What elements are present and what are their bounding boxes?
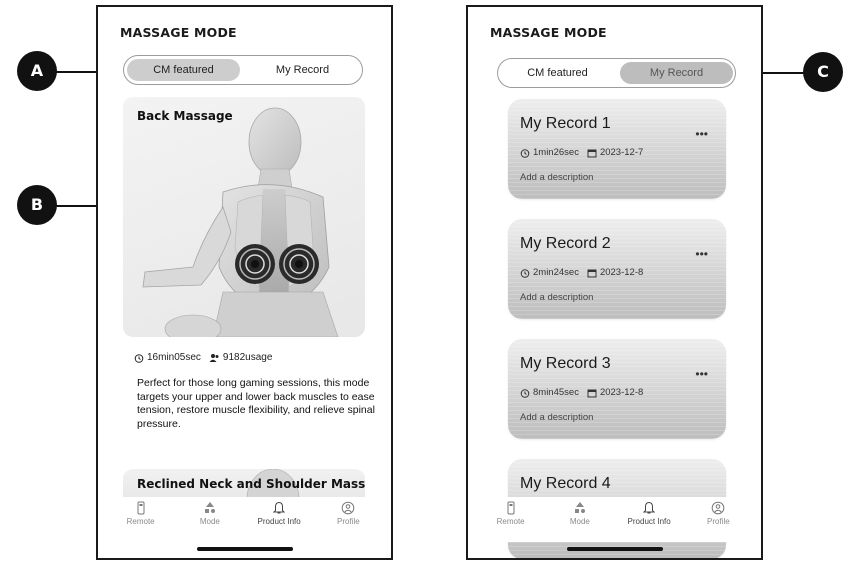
tab-cm-featured[interactable]: CM featured <box>127 59 240 81</box>
nav-remote-label: Remote <box>496 517 525 526</box>
users-icon <box>209 353 219 362</box>
featured-description: Perfect for those long gaming sessions, … <box>137 377 375 430</box>
nav-remote-label: Remote <box>126 517 155 526</box>
bell-icon <box>643 501 656 514</box>
timer-icon <box>520 388 530 398</box>
callout-a: A <box>17 51 57 91</box>
more-options-icon[interactable]: ••• <box>695 247 708 261</box>
profile-icon <box>342 501 355 515</box>
calendar-icon <box>587 269 597 277</box>
mode-icon <box>204 502 215 513</box>
phone-screen-records: MASSAGE MODE CM featured My Record My Re… <box>466 5 763 560</box>
nav-remote[interactable]: Remote <box>111 497 171 542</box>
nav-product-info[interactable]: Product Info <box>619 497 679 542</box>
record-card-3[interactable]: My Record 3 ••• 8min45sec 2023-12-8 Add … <box>508 339 726 439</box>
nav-product-info-label: Product Info <box>257 517 301 526</box>
featured-usage: 9182usage <box>222 352 273 363</box>
record-card-2[interactable]: My Record 2 ••• 2min24sec 2023-12-8 Add … <box>508 219 726 319</box>
more-options-icon[interactable]: ••• <box>695 367 708 381</box>
record-meta: 2min24sec 2023-12-8 <box>520 267 643 278</box>
bell-icon <box>273 501 286 514</box>
timer-icon <box>520 268 530 278</box>
segmented-control: CM featured My Record <box>123 55 363 85</box>
nav-mode-label: Mode <box>199 517 220 526</box>
calendar-icon <box>587 149 597 157</box>
nav-product-info-label: Product Info <box>627 517 671 526</box>
nav-mode[interactable]: Mode <box>550 497 610 542</box>
record-duration: 2min24sec <box>533 267 579 278</box>
calendar-icon <box>587 389 597 397</box>
record-description[interactable]: Add a description <box>520 292 593 303</box>
mode-icon <box>574 502 585 513</box>
record-meta: 8min45sec 2023-12-8 <box>520 387 643 398</box>
nav-profile-label: Profile <box>337 517 360 526</box>
record-duration: 8min45sec <box>533 387 579 398</box>
page-title: MASSAGE MODE <box>120 25 237 40</box>
record-date: 2023-12-8 <box>599 387 644 398</box>
phone-screen-featured: MASSAGE MODE CM featured My Record Back … <box>96 5 393 560</box>
featured-duration: 16min05sec <box>147 352 201 363</box>
tab-cm-featured[interactable]: CM featured <box>501 62 614 84</box>
callout-c: C <box>803 52 843 92</box>
timer-icon <box>134 353 144 363</box>
remote-icon <box>137 501 145 515</box>
record-description[interactable]: Add a description <box>520 412 593 423</box>
bottom-nav: Remote Mode Product Info Profile <box>468 497 761 542</box>
featured-mode-card[interactable]: Back Massage <box>123 97 365 337</box>
record-date: 2023-12-8 <box>599 267 644 278</box>
more-options-icon[interactable]: ••• <box>695 127 708 141</box>
callout-b: B <box>17 185 57 225</box>
home-indicator[interactable] <box>197 547 293 551</box>
record-date: 2023-12-7 <box>599 147 644 158</box>
record-duration: 1min26sec <box>533 147 579 158</box>
home-indicator[interactable] <box>567 547 663 551</box>
featured-mode-title-2: Reclined Neck and Shoulder Massage <box>137 477 365 491</box>
record-name: My Record 1 <box>520 115 611 132</box>
record-meta: 1min26sec 2023-12-7 <box>520 147 643 158</box>
segmented-control: CM featured My Record <box>497 58 736 88</box>
featured-stats: 16min05sec 9182usage <box>134 352 272 363</box>
record-description[interactable]: Add a description <box>520 172 593 183</box>
tab-my-record[interactable]: My Record <box>246 59 359 81</box>
record-card-1[interactable]: My Record 1 ••• 1min26sec 2023-12-7 Add … <box>508 99 726 199</box>
record-name: My Record 4 <box>520 475 611 492</box>
bottom-nav: Remote Mode Product Info Profile <box>98 497 391 542</box>
record-name: My Record 3 <box>520 355 611 372</box>
page-title: MASSAGE MODE <box>490 25 607 40</box>
nav-profile[interactable]: Profile <box>688 497 748 542</box>
nav-remote[interactable]: Remote <box>481 497 541 542</box>
profile-icon <box>712 501 725 515</box>
timer-icon <box>520 148 530 158</box>
nav-profile-label: Profile <box>707 517 730 526</box>
featured-mode-title: Back Massage <box>137 109 233 123</box>
nav-mode[interactable]: Mode <box>180 497 240 542</box>
remote-icon <box>507 501 515 515</box>
record-name: My Record 2 <box>520 235 611 252</box>
massage-figure-illustration <box>142 107 339 337</box>
nav-profile[interactable]: Profile <box>318 497 378 542</box>
nav-product-info[interactable]: Product Info <box>249 497 309 542</box>
tab-my-record[interactable]: My Record <box>620 62 733 84</box>
nav-mode-label: Mode <box>569 517 590 526</box>
